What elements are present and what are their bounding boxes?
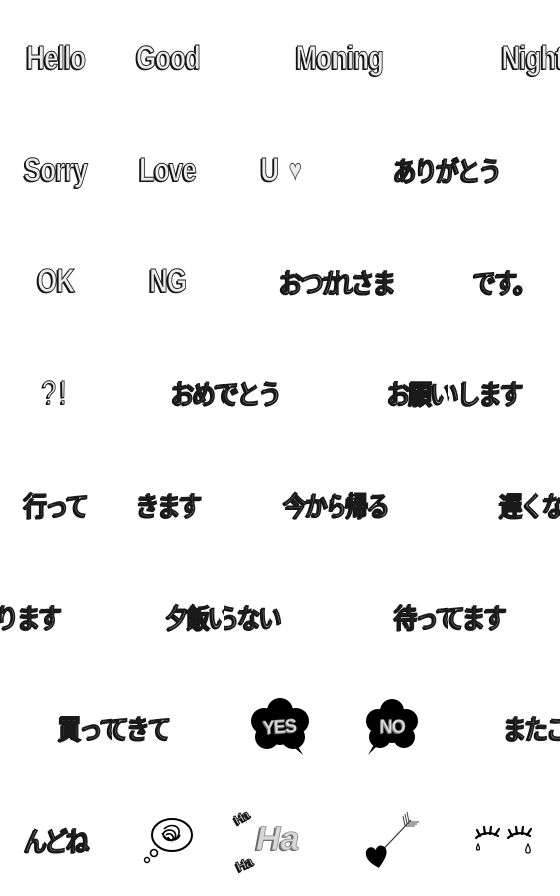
sticker-kimasu[interactable]: きます — [112, 449, 224, 561]
sticker-hahaha[interactable]: Ha Ha Ha — [224, 784, 336, 896]
sticker-ng[interactable]: NG — [112, 225, 224, 337]
sticker-osoku-1[interactable]: 遅くな — [448, 449, 560, 561]
sticker-matte-2[interactable]: てます — [448, 560, 560, 672]
sticker-love[interactable]: Love — [112, 114, 224, 226]
sticker-text: いします — [448, 380, 524, 412]
sticker-yuuhan-2[interactable]: らない — [224, 560, 336, 672]
sticker-text: NG — [149, 262, 188, 300]
sticker-text: Good — [135, 38, 202, 76]
sticker-text: 待って — [394, 603, 448, 635]
sticker-no-bubble[interactable]: NO — [336, 672, 448, 784]
sticker-text: Sorry — [24, 150, 89, 188]
sticker-text: ?! — [42, 373, 70, 411]
sticker-imakara-2[interactable]: ら帰る — [336, 449, 448, 561]
no-label: NO — [379, 716, 406, 739]
sticker-text: ありが — [393, 157, 448, 189]
ha-small-bottom: Ha — [233, 853, 255, 875]
sticker-otsukare-2[interactable]: れさま — [336, 225, 448, 337]
sticker-text: おつか — [279, 268, 336, 300]
sticker-question-exclaim[interactable]: ?! — [0, 337, 112, 449]
sticker-text: 遅くな — [499, 492, 560, 524]
sticker-text: OK — [37, 262, 76, 300]
sticker-yes-bubble[interactable]: YES — [224, 672, 336, 784]
sticker-text: ら帰る — [336, 492, 391, 524]
sticker-itte[interactable]: 行って — [0, 449, 112, 561]
sticker-text: ります — [0, 603, 63, 635]
sticker-text: U — [260, 150, 279, 188]
sticker-text: きます — [135, 492, 202, 524]
sticker-text: 行って — [24, 492, 90, 524]
sticker-night[interactable]: Night — [448, 2, 560, 114]
sticker-ning[interactable]: ning — [336, 2, 448, 114]
yes-label: YES — [262, 715, 298, 740]
sticker-onegai-2[interactable]: いします — [448, 337, 560, 449]
sticker-sorry[interactable]: Sorry — [0, 114, 112, 226]
sticker-grid: Hello Good Mor ning Night Sorry Love U ♥… — [0, 2, 560, 896]
heart-icon: ♥ — [288, 153, 302, 185]
sticker-hello[interactable]: Hello — [0, 2, 112, 114]
sticker-katte-2[interactable]: てきて — [112, 672, 224, 784]
sticker-omedetou-1[interactable]: おめで — [112, 337, 224, 449]
sticker-text: 今から — [283, 492, 336, 524]
sticker-otsukare-1[interactable]: おつか — [224, 225, 336, 337]
sticker-text: んどね — [24, 827, 90, 859]
sticker-text: またこ — [503, 715, 560, 747]
sticker-omedetou-2[interactable]: でとう — [224, 337, 336, 449]
crying-eyes-icon — [474, 825, 533, 854]
thought-bubble-scribble-icon — [143, 817, 193, 863]
sticker-imakara-1[interactable]: 今から — [224, 449, 336, 561]
sticker-matakondo-2[interactable]: んどね — [0, 784, 112, 896]
sticker-thought-bubble[interactable] — [112, 784, 224, 896]
sticker-text: れさま — [336, 268, 397, 300]
sticker-onegai-1[interactable]: お願い — [336, 337, 448, 449]
sticker-heart-arrow[interactable] — [336, 784, 448, 896]
sticker-crying-eyes[interactable] — [448, 784, 560, 896]
heart-arrow-icon — [365, 811, 419, 868]
sticker-text: てきて — [112, 715, 172, 747]
sticker-yuuhan-1[interactable]: 夕飯い — [112, 560, 224, 672]
sticker-mor[interactable]: Mor — [224, 2, 336, 114]
sticker-text: がとう — [448, 157, 503, 189]
sticker-katte-1[interactable]: 買って — [0, 672, 112, 784]
ha-large: Ha — [256, 819, 300, 858]
sticker-matakondo-1[interactable]: またこ — [448, 672, 560, 784]
sticker-text: おめで — [171, 380, 224, 412]
sticker-text: ning — [336, 38, 384, 76]
sticker-text: Hello — [26, 38, 87, 76]
sticker-osoku-2[interactable]: ります — [0, 560, 112, 672]
sticker-desu[interactable]: です。 — [448, 225, 560, 337]
sticker-text: です。 — [472, 268, 537, 300]
sticker-text: お願い — [387, 380, 448, 412]
ha-small-top: Ha — [231, 807, 252, 828]
sticker-text: Night — [501, 38, 560, 76]
sticker-text: でとう — [224, 380, 283, 412]
sticker-u-heart[interactable]: U ♥ — [224, 114, 336, 226]
sticker-ok[interactable]: OK — [0, 225, 112, 337]
sticker-text: てます — [448, 603, 507, 635]
sticker-text: らない — [224, 603, 283, 635]
sticker-text: Mor — [295, 38, 336, 76]
sticker-text: 買って — [58, 715, 112, 747]
sticker-arigatou-1[interactable]: ありが — [336, 114, 448, 226]
sticker-arigatou-2[interactable]: がとう — [448, 114, 560, 226]
sticker-text: Love — [139, 150, 198, 188]
sticker-good[interactable]: Good — [112, 2, 224, 114]
sticker-text: 夕飯い — [165, 603, 224, 635]
sticker-matte-1[interactable]: 待って — [336, 560, 448, 672]
